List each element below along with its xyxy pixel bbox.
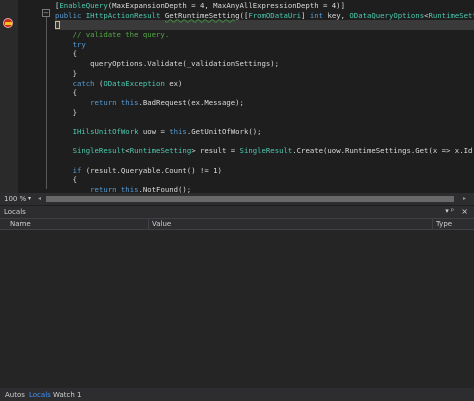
tab-autos[interactable]: Autos [5,391,25,399]
code-line[interactable]: { [55,175,474,185]
code-token: (result.Queryable.Count() != 1) [81,165,222,175]
code-token: { [55,88,77,98]
code-lines[interactable]: [EnableQuery(MaxExpansionDepth = 4, MaxA… [55,1,474,193]
code-token: .Create(uow.RuntimeSettings.Get(x => x.I… [292,146,473,156]
outline-margin: − [42,9,51,189]
code-token: } [55,107,77,117]
brace-match-highlight [55,21,60,30]
code-line[interactable]: queryOptions.Validate(_validationSetting… [55,59,474,69]
code-line[interactable]: { [55,49,474,59]
tab-locals[interactable]: Locals [29,391,51,399]
code-token: try [55,39,86,49]
code-line[interactable]: try [55,40,474,50]
code-line[interactable]: return this.BadRequest(ex.Message); [55,98,474,108]
code-token: .GetUnitOfWork(); [186,126,262,136]
code-editor[interactable]: − [EnableQuery(MaxExpansionDepth = 4, Ma… [0,0,474,193]
code-token: IHilsUnitOfWork [72,126,139,136]
column-header-value[interactable]: Value [152,220,171,228]
breakpoint-gutter[interactable] [0,0,18,193]
locals-grid-header: Name Value Type [0,218,474,230]
code-token: ODataException [103,78,165,88]
scroll-left-icon[interactable]: ◂ [38,195,41,202]
code-token: this [169,126,187,136]
code-token: catch [55,78,95,88]
code-token: ex) [164,78,183,88]
code-line[interactable]: // validate the query. [55,30,474,40]
pin-icon[interactable]: ▾ ᵖ [445,207,454,215]
code-token: key, [323,10,350,20]
code-token: RuntimeSetting [428,10,474,20]
code-line[interactable]: return this.NotFound(); [55,185,474,193]
code-token: return this [90,185,139,193]
code-token: // validate the query. [55,30,170,40]
breakpoint-icon[interactable] [3,18,13,28]
editor-status-bar: 100 % ▾ ◂ ▸ [0,193,474,205]
code-token: GetRuntimeSetting [164,10,240,20]
code-line[interactable]: [EnableQuery(MaxExpansionDepth = 4, MaxA… [55,1,474,11]
panel-title: Locals [4,208,26,216]
zoom-level[interactable]: 100 % [4,195,26,203]
code-token: .NotFound(); [138,185,192,193]
close-icon[interactable]: × [461,207,468,216]
code-line[interactable]: } [55,108,474,118]
code-token: queryOptions.Validate(_validationSetting… [55,59,280,69]
locals-grid-body[interactable] [0,230,474,388]
collapse-icon[interactable]: − [42,9,50,17]
code-token: .BadRequest(ex.Message); [138,97,244,107]
code-token: return this [90,97,139,107]
code-token: IHttpActionResult [85,10,161,20]
code-token: } [55,68,77,78]
column-divider[interactable] [148,219,149,229]
code-token: EnableQuery [59,1,108,10]
code-token: { [55,175,77,185]
code-line[interactable] [55,137,474,147]
locals-panel: Locals ▾ ᵖ × Name Value Type Autos Local… [0,206,474,401]
code-line[interactable]: catch (ODataException ex) [55,79,474,89]
code-token: (MaxExpansionDepth = 4, MaxAnyAllExpress… [107,1,345,10]
column-header-name[interactable]: Name [10,220,31,228]
code-token: { [55,49,77,59]
column-divider[interactable] [432,219,433,229]
code-line[interactable]: } [55,69,474,79]
code-token: > result = [191,146,240,156]
code-token: ] [301,10,310,20]
scroll-right-icon[interactable]: ▸ [463,195,466,202]
code-line[interactable]: public IHttpActionResult GetRuntimeSetti… [55,11,474,21]
code-line[interactable]: if (result.Queryable.Count() != 1) [55,166,474,176]
code-token: uow = [138,126,170,136]
column-header-type[interactable]: Type [436,220,452,228]
code-token: FromODataUri [248,10,302,20]
debug-tabs: Autos Locals Watch 1 [0,388,474,401]
code-token: RuntimeSetting [129,146,192,156]
code-line[interactable]: SingleResult<RuntimeSetting> result = Si… [55,146,474,156]
code-line[interactable] [55,20,474,31]
code-line[interactable]: { [55,88,474,98]
code-token: SingleResult [239,146,293,156]
code-token: public [55,10,86,20]
code-token: int [309,10,324,20]
tab-watch-1[interactable]: Watch 1 [53,391,81,399]
horizontal-scrollbar-thumb[interactable] [46,196,454,202]
outline-line [46,14,47,189]
panel-title-bar: Locals ▾ ᵖ × [0,206,474,218]
code-line[interactable] [55,156,474,166]
code-line[interactable]: IHilsUnitOfWork uow = this.GetUnitOfWork… [55,127,474,137]
code-token: ODataQueryOptions [349,10,425,20]
code-line[interactable] [55,117,474,127]
code-token: SingleResult [72,146,126,156]
chevron-down-icon[interactable]: ▾ [28,195,31,202]
